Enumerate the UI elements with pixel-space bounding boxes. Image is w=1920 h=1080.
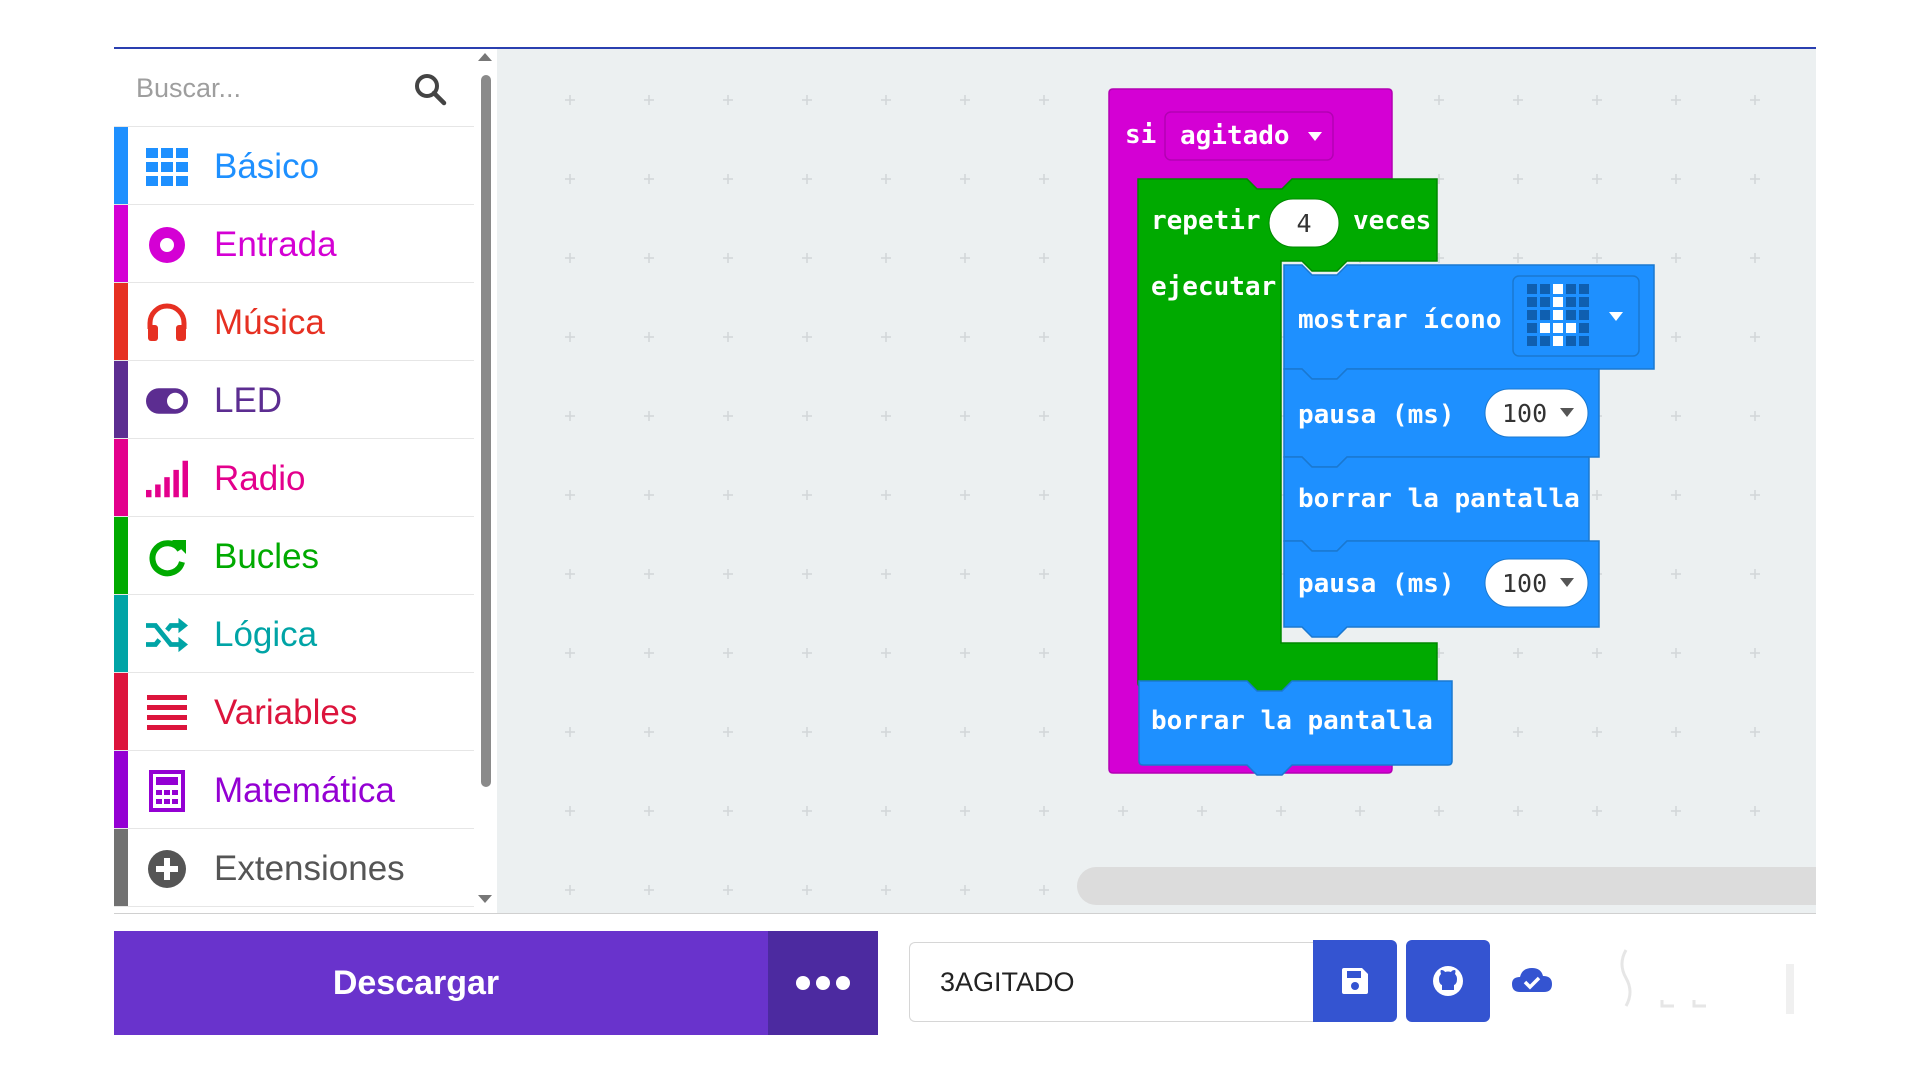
signal-bars-icon — [146, 458, 188, 500]
floppy-disk-icon — [1342, 968, 1368, 994]
project-name-input[interactable] — [909, 942, 1313, 1022]
category-label: Matemática — [214, 771, 395, 810]
more-options-button[interactable] — [768, 931, 878, 1035]
github-button[interactable] — [1406, 940, 1490, 1022]
show-icon-block[interactable]: mostrar ícono — [1283, 264, 1655, 380]
workspace-horizontal-scrollbar[interactable] — [1077, 867, 1816, 905]
gesture-value: agitado — [1180, 121, 1290, 151]
plus-circle-icon — [146, 848, 188, 890]
pause-duration-value: 100 — [1502, 569, 1547, 598]
target-icon — [146, 224, 188, 266]
grid-icon — [146, 146, 188, 188]
toggle-icon — [146, 380, 188, 422]
pause-block-1[interactable]: pausa (ms) 100 — [1283, 368, 1600, 468]
category-led[interactable]: LED — [114, 361, 474, 439]
category-color-bar — [114, 595, 128, 672]
si-label: si — [1125, 120, 1156, 150]
category-entrada[interactable]: Entrada — [114, 205, 474, 283]
borrar-label: borrar la pantalla — [1151, 706, 1433, 736]
led-grid-icon — [1527, 284, 1589, 346]
scrollbar-thumb[interactable] — [481, 75, 491, 787]
category-label: Entrada — [214, 225, 337, 264]
category-color-bar — [114, 283, 128, 360]
search-icon[interactable] — [412, 71, 448, 107]
category-label: LED — [214, 381, 283, 420]
blocks-workspace[interactable]: si agitado repetir 4 veces ejecutar most… — [497, 49, 1816, 913]
github-icon — [1433, 966, 1463, 996]
clear-screen-block-2[interactable]: borrar la pantalla — [1138, 680, 1453, 776]
pause-block-2[interactable]: pausa (ms) 100 — [1283, 540, 1600, 638]
calculator-icon — [146, 770, 188, 812]
headphones-icon — [146, 302, 188, 344]
category-color-bar — [114, 205, 128, 282]
category-color-bar — [114, 751, 128, 828]
scroll-up-arrow-icon[interactable] — [478, 53, 492, 61]
pausa-label: pausa (ms) — [1298, 569, 1455, 599]
category-color-bar — [114, 673, 128, 750]
pausa-label: pausa (ms) — [1298, 400, 1455, 430]
dot-icon — [836, 976, 850, 990]
toolbox: Básico Entrada Música LED — [114, 49, 497, 913]
scroll-down-arrow-icon[interactable] — [478, 895, 492, 903]
repetir-label: repetir — [1151, 206, 1261, 236]
gesture-dropdown[interactable]: agitado — [1164, 111, 1334, 161]
toolbox-scrollbar[interactable] — [474, 49, 497, 913]
ejecutar-label: ejecutar — [1151, 272, 1276, 302]
category-color-bar — [114, 361, 128, 438]
category-variables[interactable]: Variables — [114, 673, 474, 751]
category-label: Extensiones — [214, 849, 405, 888]
repeat-count-input[interactable]: 4 — [1268, 198, 1340, 248]
category-basico[interactable]: Básico — [114, 127, 474, 205]
list-lines-icon — [146, 692, 188, 734]
category-logica[interactable]: Lógica — [114, 595, 474, 673]
search-input[interactable] — [136, 69, 406, 107]
category-extensiones[interactable]: Extensiones — [114, 829, 474, 907]
category-bucles[interactable]: Bucles — [114, 517, 474, 595]
category-label: Música — [214, 303, 325, 342]
clear-screen-block-1[interactable]: borrar la pantalla — [1283, 456, 1590, 552]
download-button[interactable]: Descargar — [114, 931, 768, 1035]
pause-duration-dropdown[interactable]: 100 — [1484, 388, 1589, 438]
category-matematica[interactable]: Matemática — [114, 751, 474, 829]
loop-arrow-icon — [146, 536, 188, 578]
pause-duration-value: 100 — [1502, 399, 1547, 428]
category-color-bar — [114, 439, 128, 516]
category-label: Básico — [214, 147, 320, 186]
decorative-shapes — [1620, 949, 1794, 1014]
search-bar — [114, 49, 474, 127]
save-button[interactable] — [1313, 940, 1397, 1022]
repeat-count-value: 4 — [1296, 209, 1311, 238]
icon-picker-dropdown[interactable] — [1512, 275, 1640, 357]
borrar-label: borrar la pantalla — [1298, 484, 1580, 514]
bottom-toolbar: Descargar — [114, 913, 1816, 1037]
category-color-bar — [114, 829, 128, 906]
category-radio[interactable]: Radio — [114, 439, 474, 517]
veces-label: veces — [1353, 206, 1431, 236]
category-color-bar — [114, 517, 128, 594]
pause-duration-dropdown[interactable]: 100 — [1484, 558, 1589, 608]
shuffle-icon — [146, 614, 188, 656]
category-musica[interactable]: Música — [114, 283, 474, 361]
editor-window: Básico Entrada Música LED — [114, 47, 1816, 1037]
category-label: Bucles — [214, 537, 320, 576]
category-label: Variables — [214, 693, 358, 732]
category-label: Radio — [214, 459, 306, 498]
dot-icon — [796, 976, 810, 990]
category-color-bar — [114, 127, 128, 204]
category-label: Lógica — [214, 615, 318, 654]
dot-icon — [816, 976, 830, 990]
mostrar-icono-label: mostrar ícono — [1298, 305, 1502, 335]
cloud-saved-icon — [1512, 968, 1552, 992]
